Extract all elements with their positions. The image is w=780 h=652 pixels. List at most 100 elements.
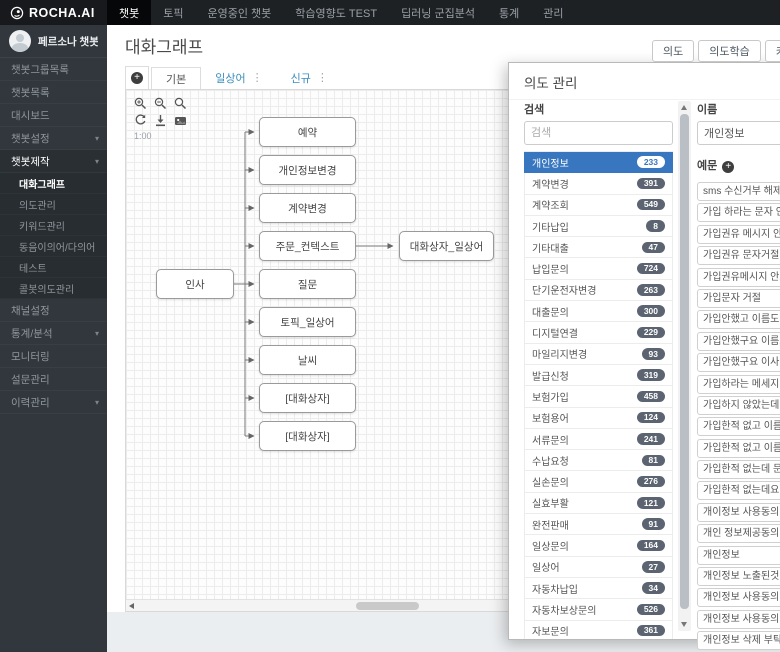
vertical-scroll-thumb[interactable] (680, 114, 689, 609)
horizontal-scroll-thumb[interactable] (356, 602, 419, 610)
intent-row[interactable]: 완전판매 91 (524, 514, 673, 536)
nav-item[interactable]: 운영중인 챗봇 (196, 0, 284, 25)
example-item[interactable]: 가입하지 않았는데 문자 (697, 395, 780, 415)
example-item[interactable]: 가입한적 없는데요 (697, 481, 780, 501)
example-item[interactable]: 가입문자 거절 (697, 288, 780, 308)
nav-item[interactable]: 챗봇 (107, 0, 152, 25)
sidebar-item[interactable]: 대화그래프 (0, 173, 107, 194)
example-item[interactable]: 가입권유메시지 안오게 (697, 267, 780, 287)
diagram-node[interactable]: 날씨 (259, 345, 356, 375)
example-item[interactable]: 개이정보 사용동의 중단 (697, 502, 780, 522)
graph-tab[interactable]: 일상어 ⋮ (201, 66, 276, 89)
example-item[interactable]: 가입권유 문자거절 하려 (697, 246, 780, 266)
scroll-up-icon[interactable] (681, 105, 687, 110)
refresh-icon[interactable] (134, 114, 147, 127)
sidebar-item[interactable]: 챗봇그룹목록 (0, 58, 107, 81)
sidebar-item[interactable]: 채널설정 (0, 299, 107, 322)
example-item[interactable]: 개인정보 사용동의 중단 (697, 609, 780, 629)
sidebar-item[interactable]: 챗봇설정 ▾ (0, 127, 107, 150)
graph-tab[interactable]: 기본 (151, 67, 202, 90)
intent-row[interactable]: 일상어 27 (524, 556, 673, 578)
example-item[interactable]: 가입안했구요 이름도 틀 (697, 331, 780, 351)
zoom-out-icon[interactable] (154, 97, 167, 110)
diagram-node[interactable]: 계약변경 (259, 193, 356, 223)
zoom-search-icon[interactable] (174, 97, 187, 110)
example-item[interactable]: 가입 하라는 문자 안받 (697, 203, 780, 223)
scroll-left-icon[interactable] (129, 603, 134, 609)
example-item[interactable]: 가입권유 메시지 안받고 (697, 224, 780, 244)
intent-row[interactable]: 서류문의 241 (524, 428, 673, 451)
example-item[interactable]: 가입안했구요 이사람 이 (697, 353, 780, 373)
action-button[interactable]: 키워드 (764, 40, 780, 62)
intent-row[interactable]: 보험용어 124 (524, 407, 673, 429)
graph-tab[interactable]: 신규 ⋮ (277, 66, 342, 89)
diagram-node[interactable]: 대화상자_일상어 (399, 231, 494, 261)
sidebar-item[interactable]: 모니터링 (0, 345, 107, 368)
intent-row[interactable]: 계약조회 549 (524, 194, 673, 216)
intent-row[interactable]: 자동차납입 34 (524, 577, 673, 600)
zoom-in-icon[interactable] (134, 97, 147, 110)
intent-list-scrollbar[interactable] (678, 101, 691, 631)
nav-item[interactable]: 관리 (531, 0, 575, 25)
intent-name-input[interactable] (697, 121, 780, 145)
diagram-node[interactable]: 개인정보변경 (259, 155, 356, 185)
sidebar-item[interactable]: 챗봇목록 (0, 81, 107, 104)
sidebar-item[interactable]: 이력관리 ▾ (0, 391, 107, 414)
action-button[interactable]: 의도 (652, 40, 695, 62)
intent-row[interactable]: 수납요청 81 (524, 450, 673, 472)
intent-row[interactable]: 기타납입 8 (524, 215, 673, 238)
kebab-menu-icon[interactable]: ⋮ (252, 71, 263, 84)
intent-row[interactable]: 단기운전자변경 263 (524, 279, 673, 302)
diagram-node[interactable]: [대화상자] (259, 421, 356, 451)
example-item[interactable]: 가입한적 없고 이름도 다 (697, 417, 780, 437)
kebab-menu-icon[interactable]: ⋮ (317, 71, 328, 84)
example-item[interactable]: 가입한적 없는데 문자가 (697, 460, 780, 480)
scroll-down-icon[interactable] (681, 622, 687, 627)
example-item[interactable]: sms 수신거부 해제 (697, 182, 780, 201)
sidebar-item[interactable]: 콜봇의도관리 (0, 278, 107, 299)
diagram-node[interactable]: 토픽_일상어 (259, 307, 356, 337)
example-item[interactable]: 가입안했고 이름도 다른 (697, 310, 780, 330)
intent-row[interactable]: 일상문의 164 (524, 535, 673, 557)
intent-row[interactable]: 보험가입 458 (524, 386, 673, 408)
sidebar-item[interactable]: 통계/분석 ▾ (0, 322, 107, 345)
action-button[interactable]: 의도학습 (698, 40, 761, 62)
intent-row[interactable]: 계약변경 391 (524, 173, 673, 195)
diagram-node[interactable]: 질문 (259, 269, 356, 299)
add-tab-button[interactable]: + (125, 66, 149, 89)
intent-row[interactable]: 대출문의 300 (524, 301, 673, 323)
diagram-node[interactable]: [대화상자] (259, 383, 356, 413)
intent-row[interactable]: 자보문의 361 (524, 620, 673, 639)
example-item[interactable]: 가입한적 없고 이름도 틀 (697, 438, 780, 458)
intent-row[interactable]: 개인정보 233 (524, 152, 673, 174)
intent-row[interactable]: 발급신청 319 (524, 364, 673, 387)
nav-item[interactable]: 딥러닝 군집분석 (389, 0, 487, 25)
sidebar-item[interactable]: 동음이의어/다의어 (0, 236, 107, 257)
diagram-node[interactable]: 주문_컨텍스트 (259, 231, 356, 261)
example-item[interactable]: 가입하라는 메세지 안받 (697, 374, 780, 394)
image-icon[interactable] (174, 114, 187, 127)
example-item[interactable]: 개인정보 사용동의 중단 (697, 588, 780, 608)
diagram-node[interactable]: 예약 (259, 117, 356, 147)
sidebar-item[interactable]: 테스트 (0, 257, 107, 278)
add-example-icon[interactable]: + (722, 161, 735, 173)
sidebar-item[interactable]: 설문관리 (0, 368, 107, 391)
brand[interactable]: ROCHA.AI (0, 0, 107, 25)
intent-row[interactable]: 자동차보상문의 526 (524, 599, 673, 621)
example-item[interactable]: 개인정보 삭제 부탁드립 (697, 631, 780, 651)
sidebar-item[interactable]: 키워드관리 (0, 215, 107, 236)
intent-row[interactable]: 디지털연결 229 (524, 322, 673, 344)
intent-row[interactable]: 납입문의 724 (524, 258, 673, 280)
intent-row[interactable]: 마일리지변경 93 (524, 343, 673, 365)
sidebar-item[interactable]: 대시보드 (0, 104, 107, 127)
diagram-node[interactable]: 인사 (156, 269, 234, 299)
nav-item[interactable]: 토픽 (151, 0, 195, 25)
search-input[interactable] (524, 121, 673, 145)
intent-row[interactable]: 실효부활 121 (524, 492, 673, 515)
example-item[interactable]: 개인정보 (697, 545, 780, 565)
sidebar-profile[interactable]: 페르소나 챗봇 (0, 25, 107, 58)
sidebar-item[interactable]: 의도관리 (0, 194, 107, 215)
download-icon[interactable] (154, 114, 167, 127)
intent-row[interactable]: 실손문의 276 (524, 471, 673, 493)
nav-item[interactable]: 학습영향도 TEST (283, 0, 389, 25)
